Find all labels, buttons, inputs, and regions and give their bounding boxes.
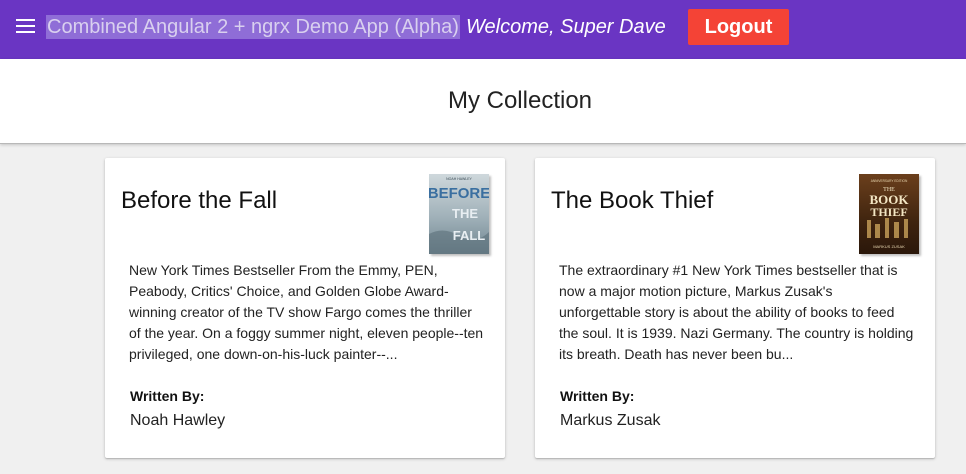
page-title: My Collection xyxy=(447,87,593,114)
menu-icon[interactable] xyxy=(16,19,36,37)
cover-title-line-3: THIEF xyxy=(870,205,907,219)
cover-title-line-1: BEFORE xyxy=(429,185,489,202)
before-the-fall-cover: NOAH HAWLEY BEFORE THE FALL xyxy=(429,174,489,254)
book-cover-image[interactable]: NOAH HAWLEY BEFORE THE FALL xyxy=(429,174,489,254)
book-author: Noah Hawley xyxy=(130,412,226,429)
welcome-message: Welcome, Super Dave xyxy=(466,16,666,38)
app-title: Combined Angular 2 + ngrx Demo App (Alph… xyxy=(46,15,460,39)
book-title[interactable]: Before the Fall xyxy=(121,187,277,215)
book-card[interactable]: The Book Thief ANNIVERSARY EDITION THE B… xyxy=(535,158,935,458)
book-cover-image[interactable]: ANNIVERSARY EDITION THE BOOK THIEF MARKU… xyxy=(859,174,919,254)
book-card[interactable]: Before the Fall NOAH HAWLEY BEFORE THE F… xyxy=(105,158,505,458)
book-title[interactable]: The Book Thief xyxy=(551,187,713,215)
book-description: New York Times Bestseller From the Emmy,… xyxy=(129,262,484,362)
written-by-label: Written By: xyxy=(560,388,635,404)
cover-title-line-3: FALL xyxy=(453,228,486,243)
logout-button[interactable]: Logout xyxy=(688,9,789,45)
page-header: My Collection xyxy=(0,59,966,144)
cover-title-line-2: THE xyxy=(452,206,478,221)
book-author: Markus Zusak xyxy=(560,412,661,429)
book-description: The extraordinary #1 New York Times best… xyxy=(559,262,914,362)
cover-author-text: NOAH HAWLEY xyxy=(446,177,472,181)
cover-author-text: MARKUS ZUSAK xyxy=(873,244,905,249)
book-thief-cover: ANNIVERSARY EDITION THE BOOK THIEF MARKU… xyxy=(859,174,919,254)
cover-edition-text: ANNIVERSARY EDITION xyxy=(871,179,908,183)
written-by-label: Written By: xyxy=(130,388,205,404)
app-toolbar: Combined Angular 2 + ngrx Demo App (Alph… xyxy=(0,0,966,59)
